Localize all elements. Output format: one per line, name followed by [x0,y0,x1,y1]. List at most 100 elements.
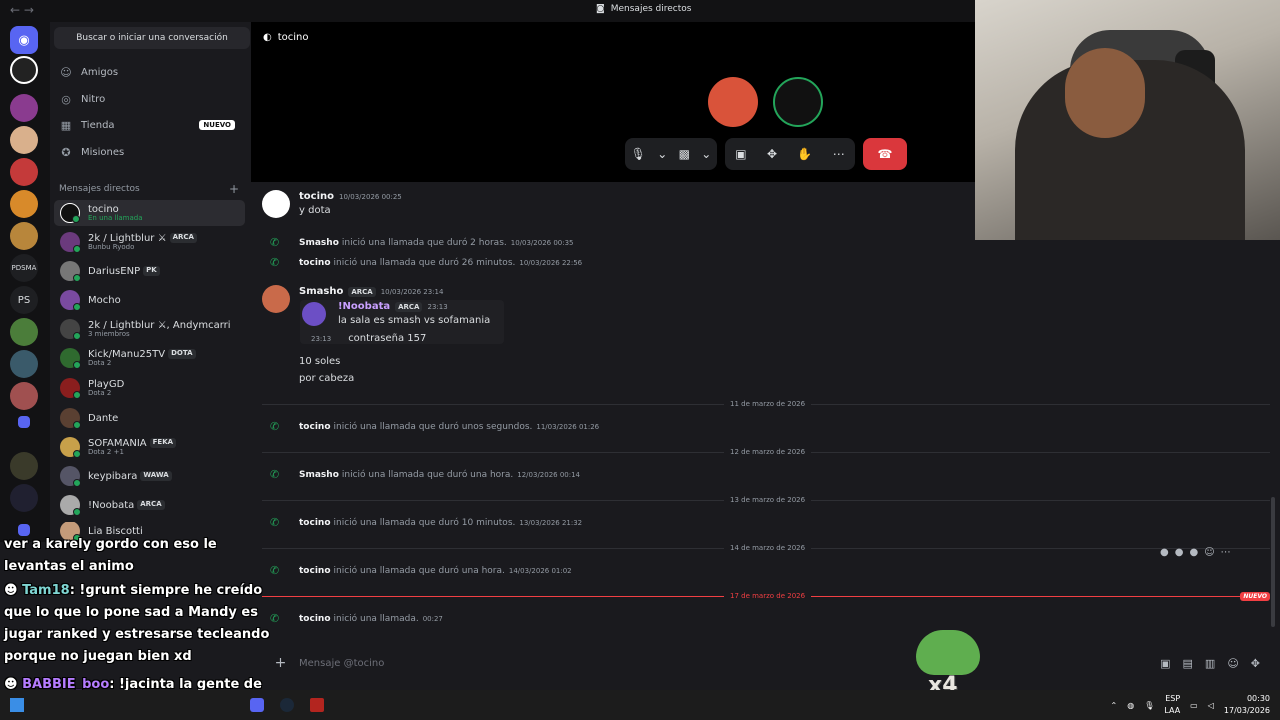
dm-item[interactable]: Dante [54,405,245,431]
avatar [302,302,326,326]
quests-icon: ✪ [61,145,71,159]
discord-taskbar-icon[interactable] [250,698,264,712]
phone-icon: ✆ [270,236,280,249]
nav-nitro[interactable]: ◎ Nitro [60,89,240,109]
server-icon[interactable] [10,484,38,512]
network-icon[interactable]: ◍ [1127,701,1134,710]
avatar [60,203,80,223]
emoji-icon[interactable]: ☺ [1227,657,1238,670]
dm-item[interactable]: tocino En una llamada [54,200,245,226]
clock[interactable]: 00:30 17/03/2026 [1224,693,1270,717]
user-avatar-server[interactable] [10,56,38,84]
apps-icon[interactable]: ✥ [1251,657,1260,670]
server-icon[interactable] [10,222,38,250]
server-icon[interactable] [10,158,38,186]
add-reaction-icon[interactable]: ☺ [1204,547,1214,558]
dm-item[interactable]: PlayGD Dota 2 [54,375,245,401]
dm-item[interactable]: Mocho [54,287,245,313]
server-rail: ◉ PDSMA PS [0,22,50,542]
clan-tag: ARCA [348,286,376,297]
dm-item[interactable]: Kick/Manu25TV DOTA Dota 2 [54,345,245,371]
more-icon[interactable]: ⋯ [833,147,845,161]
dota-taskbar-icon[interactable] [310,698,324,712]
call-log: ✆ tocino inició una llamada que duró una… [270,564,572,577]
activities-icon[interactable]: ✥ [767,147,777,161]
forwarded-header: !Noobata ARCA 23:13 [338,301,448,312]
call-area: ◐ tocino 🎙 ⌄ ▩ ⌄ ▣ ✥ ✋ ⋯ ☎ [251,22,975,182]
dm-item[interactable]: keypibara WAWA [54,463,245,489]
nitro-icon: ◎ [61,92,71,106]
more-icon[interactable]: ⋯ [1221,547,1231,558]
avatar [60,408,81,429]
system-tray: ⌃ ◍ 🎙 ESP LAA ▭ ◁ 00:30 17/03/2026 [1111,693,1270,717]
volume-icon[interactable]: ◁ [1208,701,1214,710]
server-ps[interactable]: PS [10,286,38,314]
dm-item[interactable]: SOFAMANIA FEKA Dota 2 +1 [54,434,245,460]
call-log: ✆ Smasho inició una llamada que duró 2 h… [270,236,574,249]
add-dm-icon[interactable]: + [229,182,239,196]
language-indicator[interactable]: ESP LAA [1164,693,1180,717]
server-icon[interactable] [10,126,38,154]
server-icon[interactable] [10,318,38,346]
reaction-icon[interactable]: ● [1175,547,1184,558]
nav-friends[interactable]: ☺ Amigos [60,62,240,82]
frog-icon [916,630,980,675]
mic-camera-controls: 🎙 ⌄ ▩ ⌄ [625,138,717,170]
server-pdsma[interactable]: PDSMA [10,254,38,282]
steam-taskbar-icon[interactable] [280,698,294,712]
message-hover-actions: ● ● ● ☺ ⋯ [1160,547,1231,558]
phone-icon: ✆ [270,420,280,433]
chat-scrollbar[interactable] [1271,497,1275,627]
message-input[interactable]: Mensaje @tocino [299,658,384,669]
discord-home-icon[interactable]: ◉ [10,26,38,54]
call-participant-avatar[interactable] [773,77,823,127]
clan-tag: PK [143,266,160,276]
dm-item[interactable]: 2k / Lightblur ⚔, Andymcarri 3 miembros [54,316,245,342]
server-icon[interactable] [10,382,38,410]
server-icon[interactable] [10,190,38,218]
server-icon[interactable] [10,350,38,378]
dm-item[interactable]: !Noobata ARCA [54,492,245,518]
gif-icon[interactable]: ▤ [1183,657,1193,670]
soundboard-icon[interactable]: ✋ [797,147,812,161]
reaction-icon[interactable]: ● [1160,547,1169,558]
dm-item[interactable]: 2k / Lightblur ⚔ ARCA Bunbu Ryodo [54,229,245,255]
call-participant-avatar[interactable] [708,77,758,127]
chevron-down-icon[interactable]: ⌄ [657,147,667,161]
start-icon[interactable] [10,698,24,712]
history-nav[interactable]: ← → [10,3,34,17]
tray-chevron-icon[interactable]: ⌃ [1111,701,1118,710]
message-text: y dota [299,205,331,216]
hangup-button[interactable]: ☎ [863,138,907,170]
phone-icon: ✆ [270,256,280,269]
nav-shop[interactable]: ▦ Tienda NUEVO [60,115,240,135]
avatar [60,466,81,487]
new-messages-divider: 17 de marzo de 2026 NUEVO [262,592,1270,601]
clan-tag: ARCA [395,301,423,312]
mic-tray-icon[interactable]: 🎙 [1144,701,1154,710]
server-icon[interactable] [10,452,38,480]
nav-quests[interactable]: ✪ Misiones [60,142,240,162]
avatar [60,437,81,458]
search-conversation-button[interactable]: Buscar o iniciar una conversación [54,27,250,49]
date-divider: 11 de marzo de 2026 [262,400,1270,408]
call-log: ✆ tocino inició una llamada que duró 26 … [270,256,583,269]
camera-off-icon[interactable]: ▩ [679,147,690,161]
sticker-icon[interactable]: ▥ [1205,657,1215,670]
avatar [262,285,290,313]
call-log: ✆ tocino inició una llamada que duró uno… [270,420,600,433]
avatar [60,495,81,516]
dm-header: Mensajes directos + [59,182,239,196]
gift-icon[interactable]: ▣ [1160,657,1170,670]
server-icon[interactable] [10,94,38,122]
display-icon[interactable]: ▭ [1190,701,1198,710]
reaction-icon[interactable]: ● [1189,547,1198,558]
message-composer[interactable]: + Mensaje @tocino ▣ ▤ ▥ ☺ ✥ [262,650,1270,676]
folder-icon[interactable] [18,416,30,428]
screen-share-icon[interactable]: ▣ [735,147,746,161]
webcam-overlay [975,0,1280,240]
friends-icon: ☺ [60,65,72,79]
chevron-down-icon[interactable]: ⌄ [701,147,711,161]
mic-icon[interactable]: 🎙 [631,147,646,161]
dm-item[interactable]: DariusENP PK [54,258,245,284]
